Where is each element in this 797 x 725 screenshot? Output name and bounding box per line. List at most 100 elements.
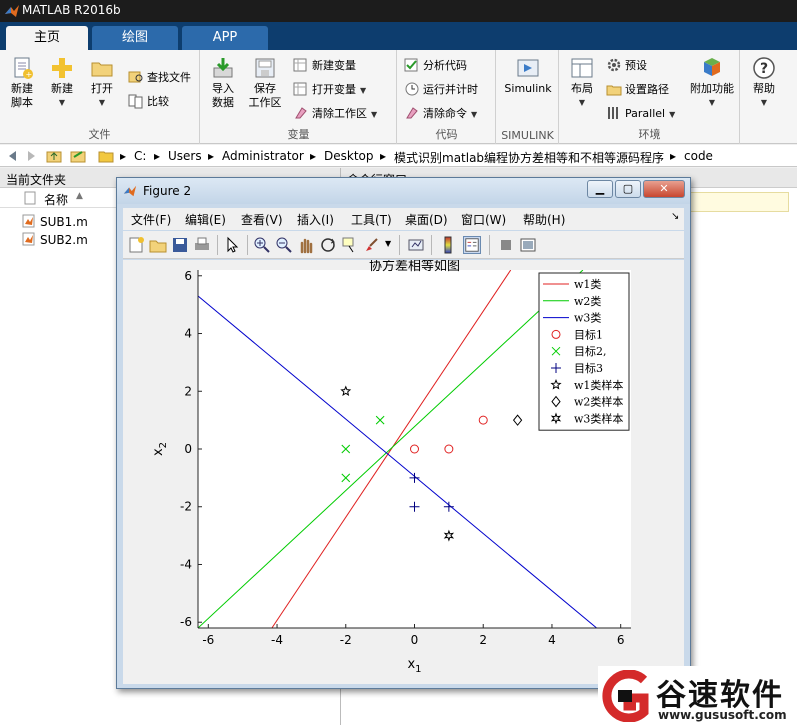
browse-folder-icon[interactable] bbox=[70, 148, 86, 164]
addons-button[interactable]: 附加功能 ▼ bbox=[686, 54, 738, 110]
save-icon[interactable] bbox=[171, 236, 189, 254]
dock-arrow-icon[interactable]: ↘ bbox=[671, 211, 679, 222]
variable-group-label: 变量 bbox=[287, 128, 310, 141]
data-cursor-icon[interactable] bbox=[341, 236, 359, 254]
back-arrow-icon[interactable] bbox=[4, 148, 20, 164]
watermark: 谷速软件 www.gususoft.com bbox=[598, 666, 797, 725]
svg-text:+: + bbox=[26, 70, 33, 79]
help-label: 帮助 bbox=[753, 82, 775, 95]
figure-titlebar[interactable]: Figure 2 ▁ ▢ ✕ bbox=[117, 178, 690, 204]
maximize-icon: ▢ bbox=[622, 182, 634, 195]
show-plot-tools-icon[interactable] bbox=[519, 236, 537, 254]
parallel-button[interactable]: Parallel ▼ bbox=[606, 104, 675, 124]
analyze-code-button[interactable]: 分析代码 bbox=[404, 56, 467, 76]
dropdown-arrow-icon[interactable]: ▼ bbox=[385, 239, 391, 248]
clear-commands-button[interactable]: 清除命令 ▼ bbox=[404, 104, 477, 124]
path-separator-icon: ▸ bbox=[310, 149, 317, 163]
menu-insert[interactable]: 插入(I) bbox=[297, 211, 334, 228]
menu-window[interactable]: 窗口(W) bbox=[461, 211, 506, 228]
toolbar-separator bbox=[399, 235, 400, 255]
open-variable-button[interactable]: 打开变量 ▼ bbox=[293, 80, 366, 100]
new-script-button[interactable]: + 新建 脚本 bbox=[2, 54, 42, 110]
run-and-time-button[interactable]: 运行并计时 bbox=[404, 80, 478, 100]
rotate-3d-icon[interactable] bbox=[319, 236, 337, 254]
preferences-button[interactable]: 预设 bbox=[606, 56, 647, 76]
y-tick-label: 2 bbox=[184, 384, 192, 398]
file-list-item[interactable]: SUB2.m bbox=[22, 232, 88, 250]
new-button[interactable]: 新建 ▼ bbox=[42, 54, 82, 110]
new-figure-icon[interactable] bbox=[127, 236, 145, 254]
pointer-icon[interactable] bbox=[223, 236, 241, 254]
print-icon[interactable] bbox=[193, 236, 211, 254]
new-variable-button[interactable]: 新建变量 bbox=[293, 56, 356, 76]
file-list-item[interactable]: SUB1.m bbox=[22, 214, 88, 232]
legend-entry-label: 目标2, bbox=[574, 344, 607, 358]
open-label: 打开 bbox=[91, 82, 113, 95]
menu-file[interactable]: 文件(F) bbox=[131, 211, 171, 228]
legend-entry-label: w3类样本 bbox=[574, 411, 623, 425]
sort-ascending-icon: ▲ bbox=[76, 191, 83, 201]
breadcrumb-item[interactable]: Users bbox=[168, 149, 202, 163]
toolbar-separator bbox=[431, 235, 432, 255]
simulink-button[interactable]: Simulink bbox=[501, 54, 555, 96]
tab-plots[interactable]: 绘图 bbox=[92, 26, 178, 50]
app-title: MATLAB R2016b bbox=[22, 3, 121, 17]
parallel-icon bbox=[608, 107, 618, 119]
address-bar: ▸ C: ▸ Users ▸ Administrator ▸ Desktop ▸… bbox=[0, 145, 797, 167]
path-separator-icon: ▸ bbox=[154, 149, 161, 163]
plot-area[interactable]: -6 -4 -2 0 2 4 6 -6 -4 -2 0 2 4 6 协方差相等如图 x1 x2 w1类 w2类 w3类… bbox=[123, 260, 684, 684]
clear-workspace-button[interactable]: 清除工作区 ▼ bbox=[293, 104, 377, 124]
breadcrumb-item[interactable]: code bbox=[684, 149, 713, 163]
dropdown-arrow-icon: ▼ bbox=[58, 98, 66, 107]
link-plot-icon[interactable] bbox=[407, 236, 425, 254]
hide-plot-tools-icon[interactable] bbox=[497, 236, 515, 254]
menu-view[interactable]: 查看(V) bbox=[241, 211, 283, 228]
addons-icon bbox=[704, 58, 720, 76]
zoom-in-icon[interactable] bbox=[253, 236, 271, 254]
watermark-logo-icon bbox=[602, 670, 649, 722]
compare-label: 比较 bbox=[147, 95, 169, 108]
run-and-time-label: 运行并计时 bbox=[423, 83, 478, 96]
toolbar-separator bbox=[217, 235, 218, 255]
save-workspace-button[interactable]: 保存 工作区 bbox=[245, 54, 285, 110]
find-files-button[interactable]: 查找文件 bbox=[128, 68, 191, 88]
legend-entry-label: w1类样本 bbox=[574, 378, 623, 392]
open-file-icon[interactable] bbox=[149, 236, 167, 254]
up-folder-icon[interactable] bbox=[46, 148, 62, 164]
simulink-icon bbox=[517, 59, 539, 77]
tab-apps[interactable]: APP bbox=[182, 26, 268, 50]
open-button[interactable]: 打开 ▼ bbox=[82, 54, 122, 110]
close-icon: ✕ bbox=[659, 182, 669, 195]
help-button[interactable]: ? 帮助 ▼ bbox=[744, 54, 784, 110]
x-tick-label: -4 bbox=[271, 633, 283, 647]
figure-canvas: -6 -4 -2 0 2 4 6 -6 -4 -2 0 2 4 6 协方差相等如图 x1 x2 w1类 w2类 w3类… bbox=[123, 260, 684, 684]
zoom-out-icon[interactable] bbox=[275, 236, 293, 254]
breadcrumb-item[interactable]: C: bbox=[134, 149, 146, 163]
breadcrumb-item[interactable]: Desktop bbox=[324, 149, 374, 163]
minimize-button[interactable]: ▁ bbox=[587, 180, 613, 198]
forward-arrow-icon[interactable] bbox=[24, 148, 40, 164]
compare-icon bbox=[128, 94, 143, 109]
maximize-button[interactable]: ▢ bbox=[615, 180, 641, 198]
menu-desktop[interactable]: 桌面(D) bbox=[405, 211, 448, 228]
brush-icon[interactable] bbox=[363, 236, 381, 254]
breadcrumb-item[interactable]: Administrator bbox=[222, 149, 304, 163]
set-path-button[interactable]: 设置路径 bbox=[606, 80, 669, 100]
insert-legend-icon[interactable] bbox=[463, 236, 481, 254]
close-button[interactable]: ✕ bbox=[643, 180, 685, 198]
tab-home[interactable]: 主页 bbox=[6, 26, 88, 50]
new-variable-label: 新建变量 bbox=[312, 59, 356, 72]
svg-text:?: ? bbox=[760, 61, 768, 77]
menu-edit[interactable]: 编辑(E) bbox=[185, 211, 226, 228]
menu-help[interactable]: 帮助(H) bbox=[523, 211, 565, 228]
menu-tools[interactable]: 工具(T) bbox=[351, 211, 392, 228]
insert-colorbar-icon[interactable] bbox=[439, 236, 457, 254]
figure-menubar: 文件(F) 编辑(E) 查看(V) 插入(I) 工具(T) 桌面(D) 窗口(W… bbox=[123, 208, 684, 230]
import-data-button[interactable]: 导入 数据 bbox=[203, 54, 243, 110]
pan-icon[interactable] bbox=[297, 236, 315, 254]
new-script-icon: + bbox=[14, 57, 33, 79]
compare-button[interactable]: 比较 bbox=[128, 92, 169, 112]
breadcrumb-item[interactable]: 模式识别matlab编程协方差相等和不相等源码程序 bbox=[394, 149, 664, 166]
file-group-label: 文件 bbox=[88, 128, 111, 141]
layout-button[interactable]: 布局 ▼ bbox=[562, 54, 602, 110]
